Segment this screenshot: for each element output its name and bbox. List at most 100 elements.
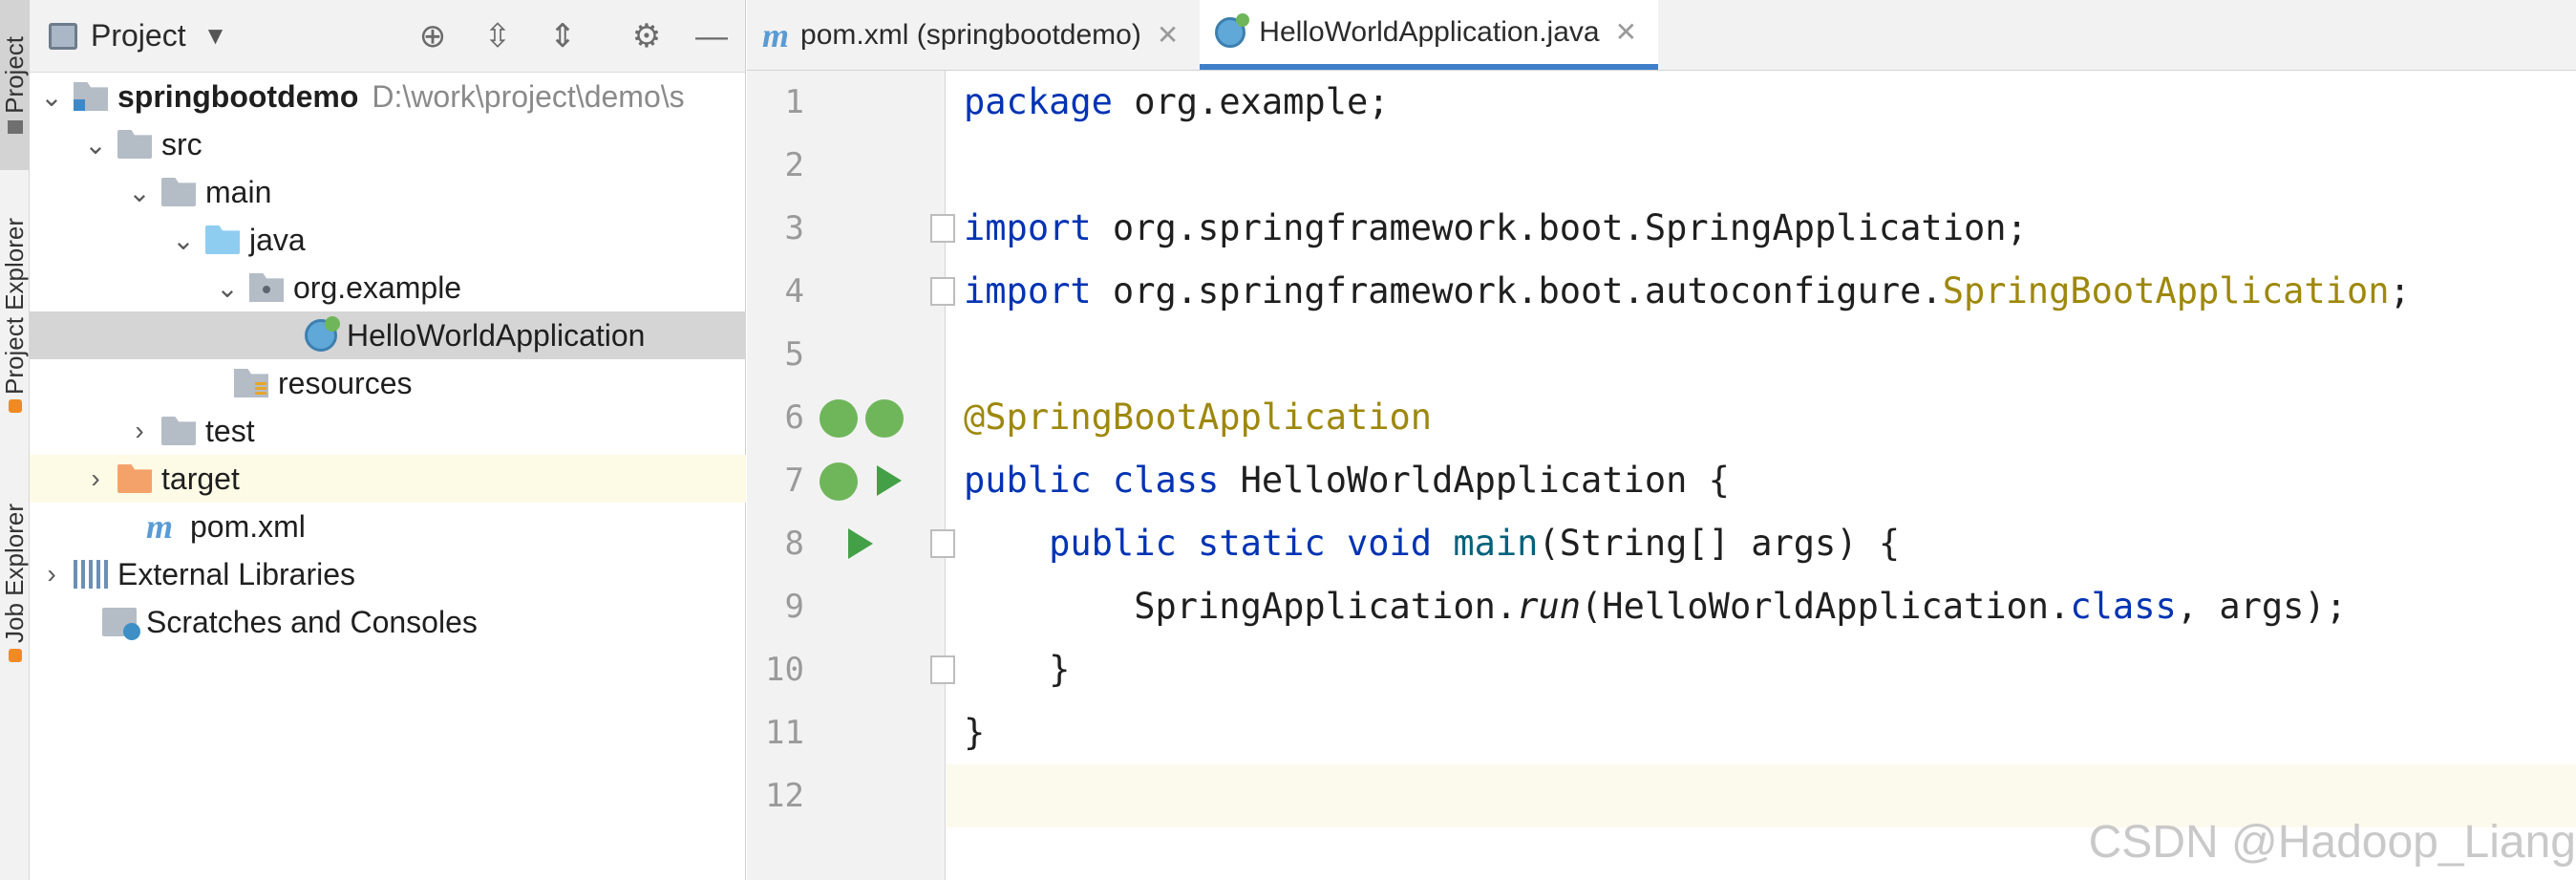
code-text: (HelloWorldApplication. [1581, 586, 2071, 627]
run-icon[interactable] [848, 528, 873, 559]
tree-item-label: main [205, 174, 272, 209]
scratches-icon [102, 608, 140, 640]
static-method: run [1517, 586, 1582, 627]
spring-class-icon [305, 316, 340, 352]
chevron-right-icon[interactable]: › [125, 416, 154, 446]
keyword: package [964, 81, 1113, 122]
code-text: SpringApplication. [964, 586, 1518, 627]
method-name: main [1453, 523, 1539, 564]
annotation: SpringBootApplication [1942, 270, 2390, 311]
job-explorer-icon [8, 648, 22, 662]
folder-icon [161, 417, 196, 445]
tree-item-springbootdemo[interactable]: ⌄ springbootdemo D:\work\project\demo\s [30, 73, 746, 120]
run-icon[interactable] [877, 465, 902, 496]
chevron-down-icon[interactable]: ⌄ [37, 81, 66, 113]
line-number: 7 [784, 461, 804, 500]
editor-tab-bar: m pom.xml (springbootdemo) ✕ HelloWorldA… [747, 0, 2576, 71]
tree-item-test[interactable]: › test [30, 407, 746, 455]
chevron-down-icon[interactable]: ⌄ [81, 129, 110, 161]
close-icon[interactable]: ✕ [1157, 19, 1179, 51]
chevron-down-icon[interactable]: ⌄ [213, 272, 242, 304]
tool-tab-project[interactable]: Project [0, 0, 30, 170]
package-icon [249, 273, 284, 302]
expand-all-icon[interactable]: ⇳ [479, 17, 517, 55]
folder-icon [117, 130, 152, 159]
collapse-all-icon[interactable]: ⇕ [543, 17, 582, 55]
locate-icon[interactable]: ⊕ [414, 17, 452, 55]
tree-item-label: test [205, 413, 255, 448]
code-text: HelloWorldApplication { [1219, 460, 1730, 501]
spring-config-icon[interactable] [865, 399, 904, 438]
line-number: 9 [784, 588, 804, 626]
tree-item-label: HelloWorldApplication [347, 317, 646, 353]
gear-icon[interactable]: ⚙ [628, 17, 666, 55]
module-folder-icon [74, 82, 108, 111]
tree-item-resources[interactable]: resources [30, 359, 746, 407]
tab-helloworldapplication-java[interactable]: HelloWorldApplication.java ✕ [1200, 0, 1659, 70]
watermark: CSDN @Hadoop_Liang [2088, 817, 2576, 868]
minimize-icon[interactable]: — [692, 17, 731, 55]
tree-item-label: target [161, 461, 240, 496]
tree-item-external-libraries[interactable]: › External Libraries [30, 550, 746, 598]
line-number: 5 [784, 335, 804, 374]
chevron-down-icon[interactable]: ⌄ [169, 225, 198, 256]
tree-item-label: org.example [293, 269, 462, 305]
tab-label: pom.xml (springbootdemo) [800, 18, 1141, 51]
tool-window-stripe: Project Project Explorer Job Explorer [0, 0, 30, 880]
line-number: 11 [765, 714, 804, 752]
project-explorer-icon [8, 399, 22, 414]
chevron-right-icon[interactable]: › [37, 559, 66, 590]
code-text: (String[] args) { [1538, 523, 1901, 564]
tree-item-java[interactable]: ⌄ java [30, 216, 746, 264]
keyword: import [964, 207, 1092, 248]
tool-tab-project-explorer[interactable]: Project Explorer [0, 191, 30, 440]
tree-item-org-example[interactable]: ⌄ org.example [30, 264, 746, 311]
close-icon[interactable]: ✕ [1615, 16, 1637, 48]
chevron-down-icon[interactable]: ▼ [203, 21, 228, 51]
code-line-1: package org.example; [947, 71, 2576, 134]
code-line-4: import org.springframework.boot.autoconf… [947, 260, 2576, 323]
code-text: org.example; [1112, 81, 1390, 122]
tree-item-target[interactable]: › target [30, 455, 746, 503]
keyword: public class [964, 460, 1220, 501]
spring-bean-icon[interactable] [820, 399, 858, 438]
tab-label: HelloWorldApplication.java [1259, 15, 1600, 48]
line-number: 4 [784, 272, 804, 311]
code-text: ; [2389, 270, 2411, 311]
maven-icon: m [146, 507, 174, 546]
code-area[interactable]: package org.example; import org.springfr… [947, 71, 2576, 880]
tree-item-scratches[interactable]: Scratches and Consoles [30, 598, 746, 646]
spring-class-icon [1215, 12, 1250, 48]
project-panel-title[interactable]: Project [91, 18, 186, 54]
tree-item-helloworldapplication[interactable]: HelloWorldApplication [30, 311, 746, 359]
editor-gutter: 1 2 3 4 5 6 7 8 9 10 11 12 [747, 71, 955, 880]
tree-item-pom-xml[interactable]: m pom.xml [30, 503, 746, 550]
code-line-3: import org.springframework.boot.SpringAp… [947, 197, 2576, 260]
tree-item-main[interactable]: ⌄ main [30, 168, 746, 216]
code-editor: m pom.xml (springbootdemo) ✕ HelloWorldA… [747, 0, 2576, 880]
project-view-icon [49, 22, 77, 50]
tree-item-label: External Libraries [117, 556, 355, 591]
chevron-down-icon[interactable]: ⌄ [125, 177, 154, 208]
code-text: org.springframework.boot.autoconfigure. [1091, 270, 1943, 311]
keyword: class [2070, 586, 2177, 627]
spring-class-icon[interactable] [820, 462, 858, 501]
chevron-right-icon[interactable]: › [81, 463, 110, 494]
libraries-icon [74, 560, 108, 589]
code-text: } [964, 712, 986, 753]
source-folder-icon [205, 225, 240, 254]
tree-item-label: resources [278, 365, 413, 400]
keyword: public static void [1049, 523, 1433, 564]
tree-item-src[interactable]: ⌄ src [30, 120, 746, 168]
tool-tab-job-explorer[interactable]: Job Explorer [0, 483, 30, 683]
tool-tab-project-label: Project [0, 35, 29, 114]
tab-pom-xml[interactable]: m pom.xml (springbootdemo) ✕ [747, 0, 1200, 70]
excluded-folder-icon [117, 464, 152, 493]
tree-item-label: springbootdemo [117, 78, 359, 114]
tool-tab-project-explorer-label: Project Explorer [0, 217, 29, 395]
code-text: , args); [2176, 586, 2347, 627]
code-line-10: } [947, 638, 2576, 701]
